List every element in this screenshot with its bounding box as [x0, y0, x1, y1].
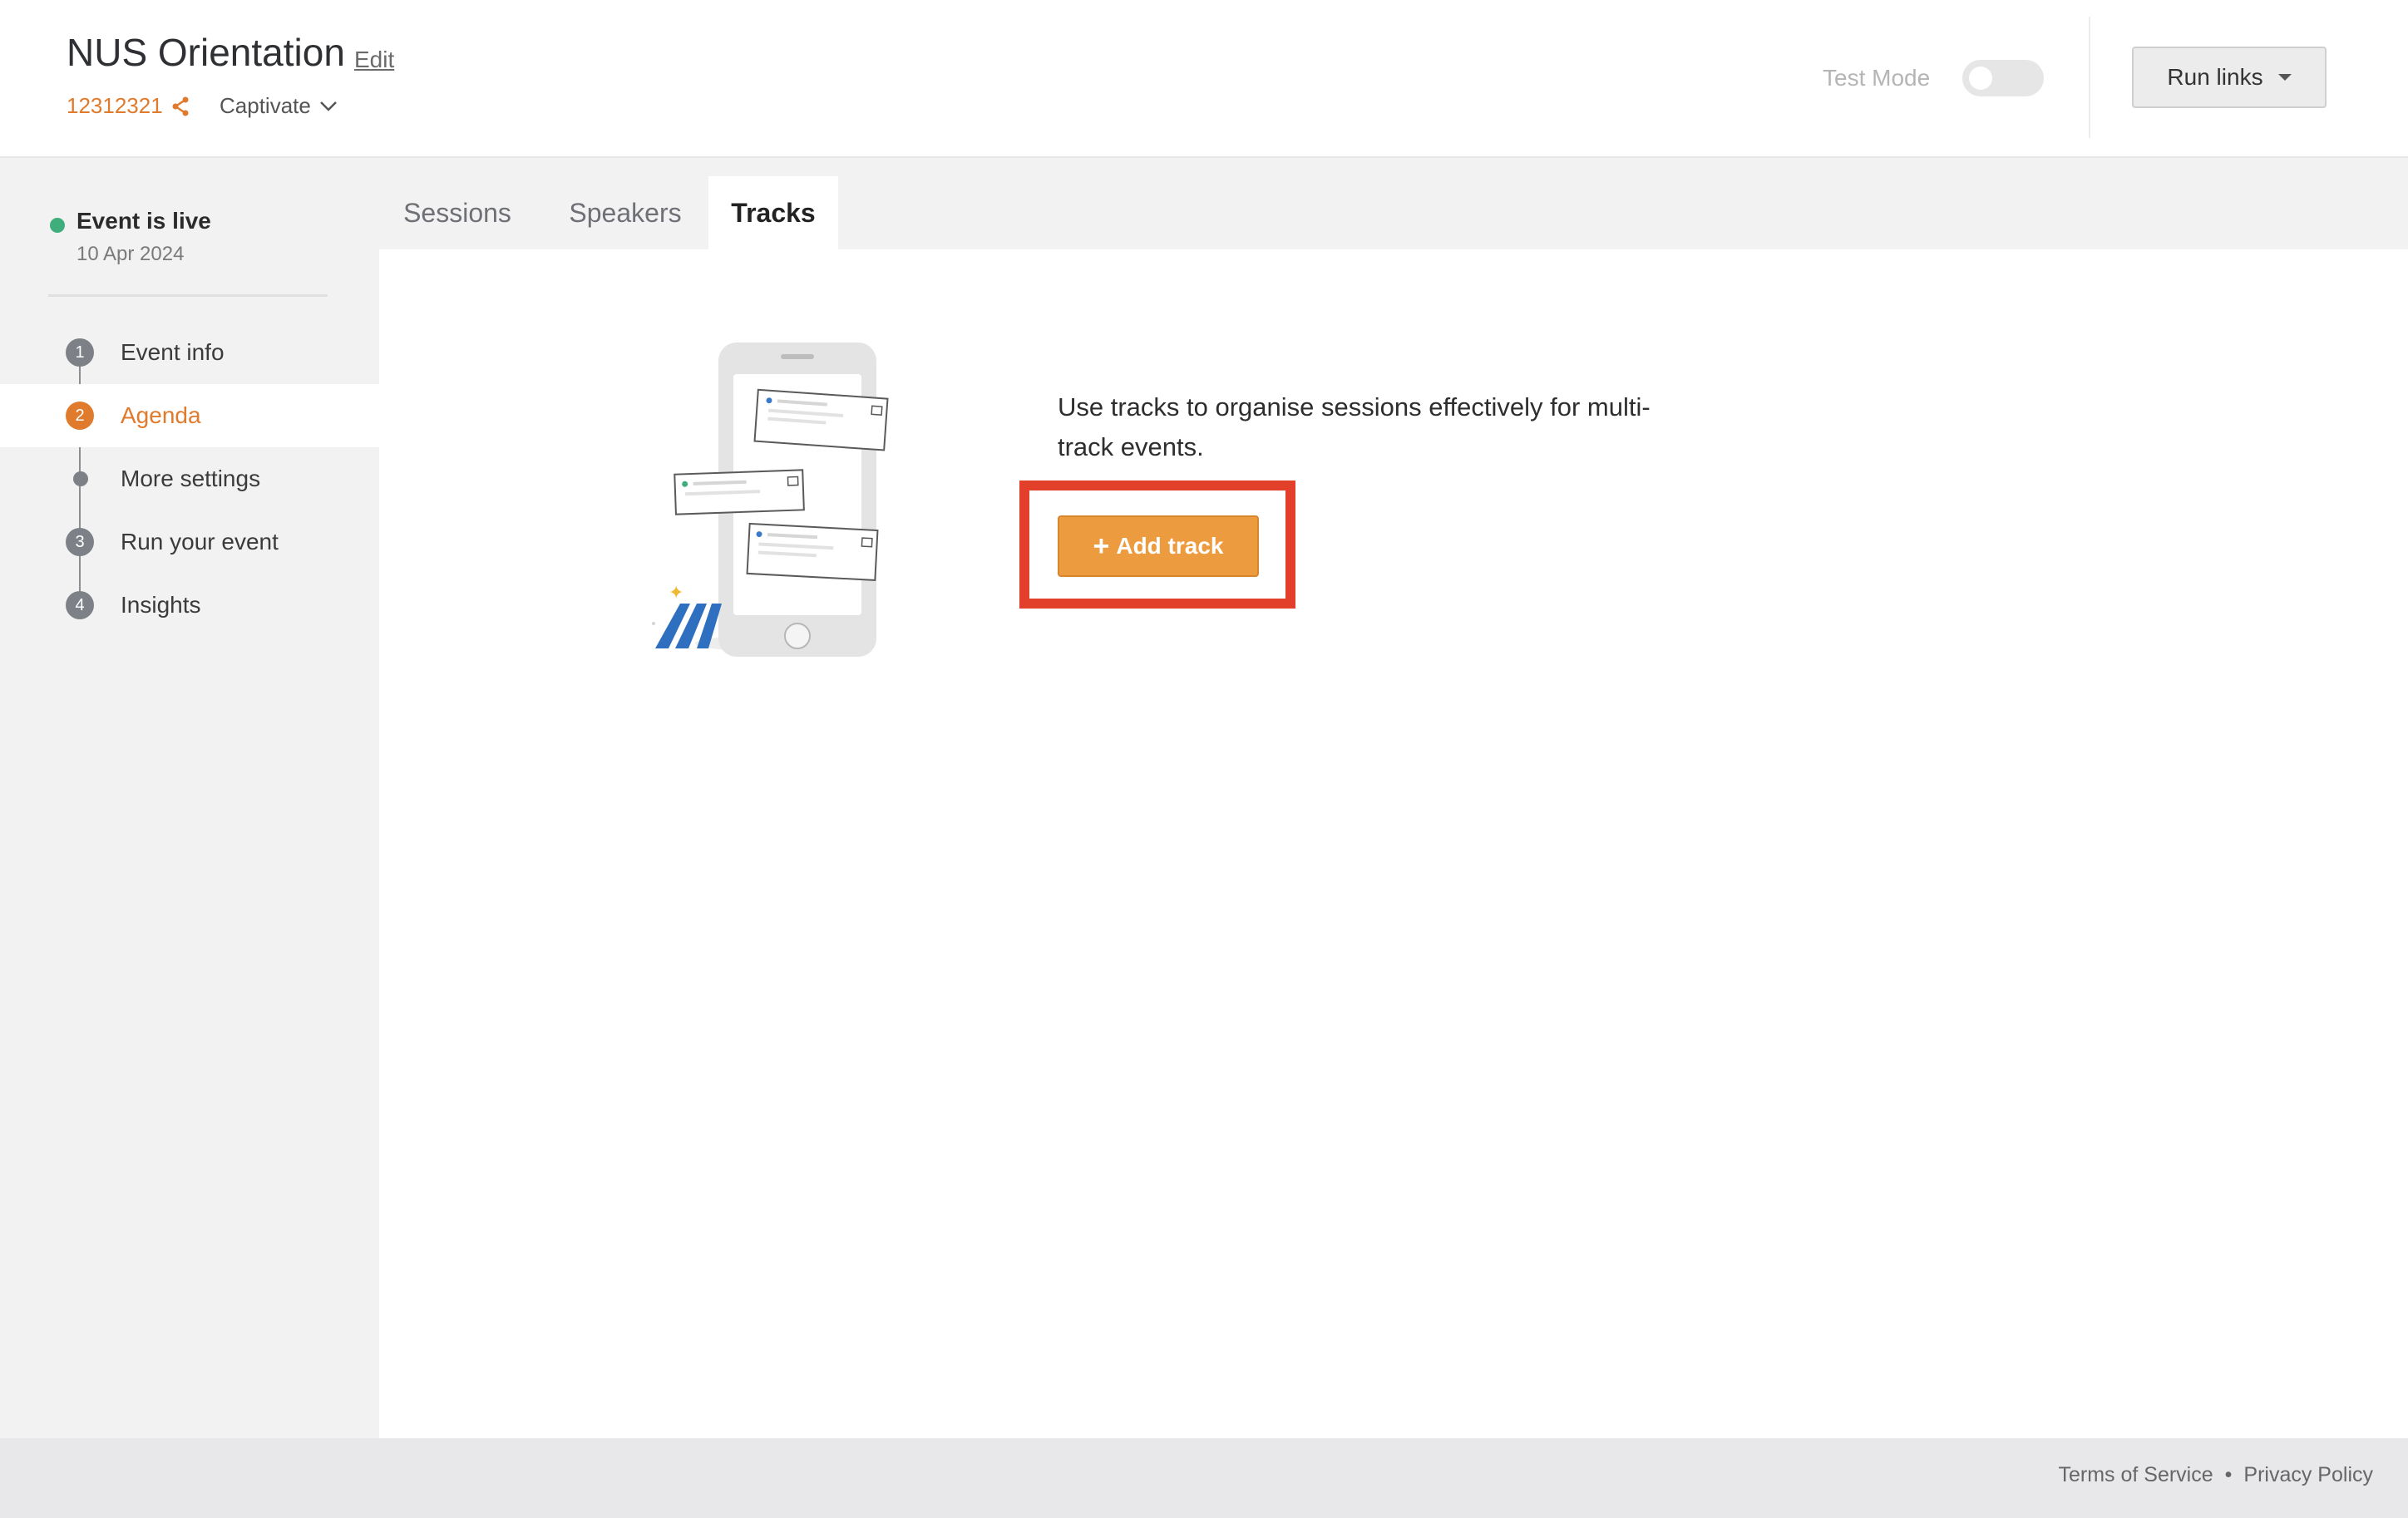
top-header: NUS Orientation Edit 12312321 Captivate …	[0, 0, 2408, 158]
footer-links: Terms of Service • Privacy Policy	[2058, 1463, 2373, 1487]
event-code-share[interactable]: 12312321	[67, 93, 190, 119]
tracks-panel: ✦ ✦ ✦ Use tracks to organise sessions ef…	[379, 249, 2408, 1438]
run-links-button[interactable]: Run links	[2132, 47, 2327, 108]
add-track-button[interactable]: + Add track	[1058, 515, 1259, 577]
edit-event-link[interactable]: Edit	[354, 47, 394, 73]
privacy-policy-link[interactable]: Privacy Policy	[2243, 1463, 2373, 1487]
sidebar-item-label: Insights	[121, 592, 201, 618]
svg-text:✦: ✦	[733, 661, 748, 665]
event-code: 12312321	[67, 93, 163, 118]
sidebar: Event is live 10 Apr 2024 1 Event info 2…	[0, 158, 379, 1438]
run-links-label: Run links	[2167, 64, 2263, 90]
footer-separator: •	[2224, 1463, 2233, 1486]
tab-speakers[interactable]: Speakers	[559, 176, 692, 249]
test-mode-toggle[interactable]	[1962, 60, 2044, 96]
substep-dot	[73, 471, 88, 486]
plus-icon: +	[1093, 530, 1110, 562]
sidebar-item-insights[interactable]: 4 Insights	[0, 574, 379, 637]
sidebar-item-label: More settings	[121, 466, 261, 491]
caret-down-icon	[2277, 74, 2292, 81]
step-badge: 3	[66, 528, 94, 556]
sidebar-item-more-settings[interactable]: More settings	[0, 447, 379, 510]
sidebar-divider	[48, 294, 328, 297]
sidebar-item-agenda[interactable]: 2 Agenda	[0, 384, 379, 447]
workspace-dropdown[interactable]: Captivate	[220, 93, 338, 119]
svg-text:✦: ✦	[669, 583, 683, 604]
workspace-name: Captivate	[220, 93, 311, 118]
sidebar-item-label: Event info	[121, 339, 225, 365]
svg-text:✦: ✦	[642, 661, 656, 665]
chevron-down-icon	[319, 101, 337, 111]
header-divider	[2089, 17, 2090, 138]
sidebar-item-run-your-event[interactable]: 3 Run your event	[0, 510, 379, 574]
test-mode-label: Test Mode	[1823, 65, 1931, 91]
sidebar-item-label: Agenda	[121, 402, 201, 428]
add-track-label: Add track	[1116, 533, 1224, 559]
agenda-tabs: Sessions Speakers Tracks	[379, 158, 2408, 249]
terms-of-service-link[interactable]: Terms of Service	[2058, 1463, 2213, 1487]
sidebar-item-label: Run your event	[121, 529, 279, 554]
event-date: 10 Apr 2024	[76, 243, 185, 265]
step-badge: 2	[66, 402, 94, 430]
event-title: NUS Orientation	[67, 31, 345, 74]
live-status-dot	[50, 218, 65, 233]
step-badge: 1	[66, 338, 94, 367]
event-status-text: Event is live	[76, 208, 211, 234]
tracks-empty-message: Use tracks to organise sessions effectiv…	[1058, 392, 1651, 461]
tab-sessions[interactable]: Sessions	[397, 176, 517, 249]
empty-tracks-illustration: ✦ ✦ ✦	[642, 343, 889, 665]
share-icon	[172, 96, 189, 116]
step-badge: 4	[66, 591, 94, 619]
sidebar-item-event-info[interactable]: 1 Event info	[0, 321, 379, 384]
toggle-knob	[1969, 67, 1992, 90]
footer: Terms of Service • Privacy Policy	[0, 1438, 2408, 1518]
tab-tracks[interactable]: Tracks	[708, 176, 838, 249]
